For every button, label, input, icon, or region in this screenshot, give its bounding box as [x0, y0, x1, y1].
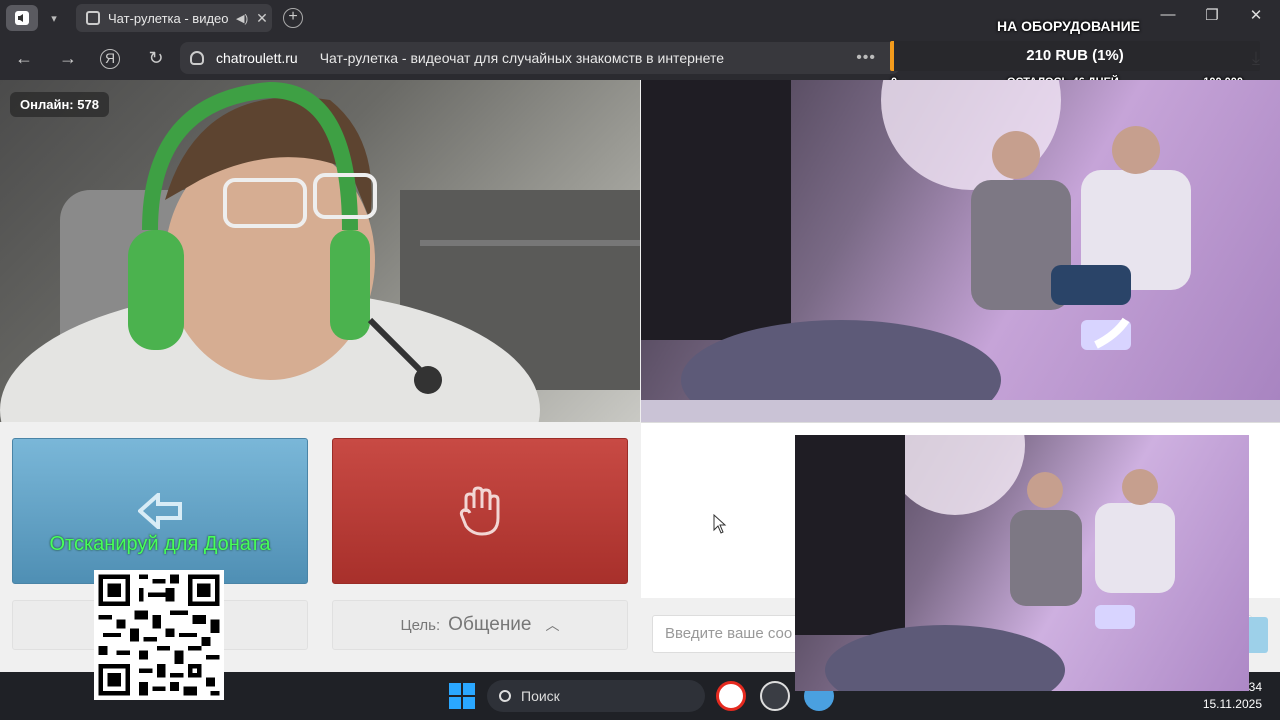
stream-preview-overlay: [795, 435, 1249, 691]
hand-stop-icon: [459, 486, 500, 536]
yandex-browser-taskbar-icon[interactable]: [716, 681, 746, 711]
url-domain: chatroulett.ru: [216, 50, 298, 66]
speaker-icon: [15, 11, 29, 25]
more-options-icon[interactable]: •••: [856, 49, 876, 67]
mouse-cursor-icon: [713, 514, 727, 534]
reload-icon[interactable]: ↻: [144, 47, 168, 71]
next-partner-button[interactable]: [12, 438, 308, 584]
site-favicon-icon: [86, 11, 100, 25]
donation-title: НА ОБОРУДОВАНИЕ: [997, 18, 1141, 34]
goal-selector[interactable]: Цель: Общение ︿: [332, 600, 628, 650]
tab-title: Чат-рулетка - видео: [108, 10, 229, 26]
local-video: Онлайн: 578: [0, 80, 640, 422]
taskbar-search-label: Поиск: [521, 688, 560, 704]
windows-start-icon[interactable]: [449, 683, 475, 709]
search-icon: [499, 690, 511, 702]
donation-amount: 210 RUB (1%): [1026, 47, 1124, 64]
forward-icon[interactable]: →: [56, 47, 80, 71]
chat-app-taskbar-icon[interactable]: [760, 681, 790, 711]
chevron-up-icon: ︿: [545, 617, 560, 633]
preview-people-image: [795, 435, 1175, 691]
remote-people-image: [641, 80, 1280, 422]
stop-button[interactable]: [332, 438, 628, 584]
send-button[interactable]: [1248, 617, 1268, 653]
tabs-dropdown-icon[interactable]: ▾: [44, 8, 64, 28]
donation-scan-caption: Отсканируй для Доната: [49, 533, 271, 555]
webcam-person-image: [0, 81, 640, 422]
goal-label: Цель:: [400, 616, 441, 634]
new-tab-button[interactable]: +: [283, 8, 303, 28]
donation-qr-code[interactable]: [94, 570, 224, 700]
remote-video: [641, 80, 1280, 422]
close-tab-icon[interactable]: ✕: [256, 10, 268, 27]
taskbar-search[interactable]: Поиск: [487, 680, 705, 712]
arrow-left-icon: [138, 493, 182, 529]
donation-goal-widget: НА ОБОРУДОВАНИЕ 210 RUB (1%) 0 ОСТАЛОСЬ …: [885, 14, 1265, 90]
address-bar[interactable]: chatroulett.ru Чат-рулетка - видеочат дл…: [180, 42, 900, 74]
online-counter: Онлайн: 578: [10, 92, 109, 117]
browser-menu-button[interactable]: [6, 5, 38, 31]
goal-value: Общение: [448, 614, 532, 635]
tab-audio-icon[interactable]: ◀): [236, 12, 248, 25]
yandex-icon[interactable]: Я: [100, 49, 120, 69]
page-title: Чат-рулетка - видеочат для случайных зна…: [319, 50, 724, 66]
tab-chatroulette[interactable]: Чат-рулетка - видео ◀) ✕: [76, 4, 272, 32]
donation-progress-bar: 210 RUB (1%): [890, 41, 1260, 71]
back-icon[interactable]: ←: [12, 47, 36, 71]
site-security-icon[interactable]: [190, 51, 204, 65]
clock-date[interactable]: 15.11.2025: [1203, 697, 1262, 711]
